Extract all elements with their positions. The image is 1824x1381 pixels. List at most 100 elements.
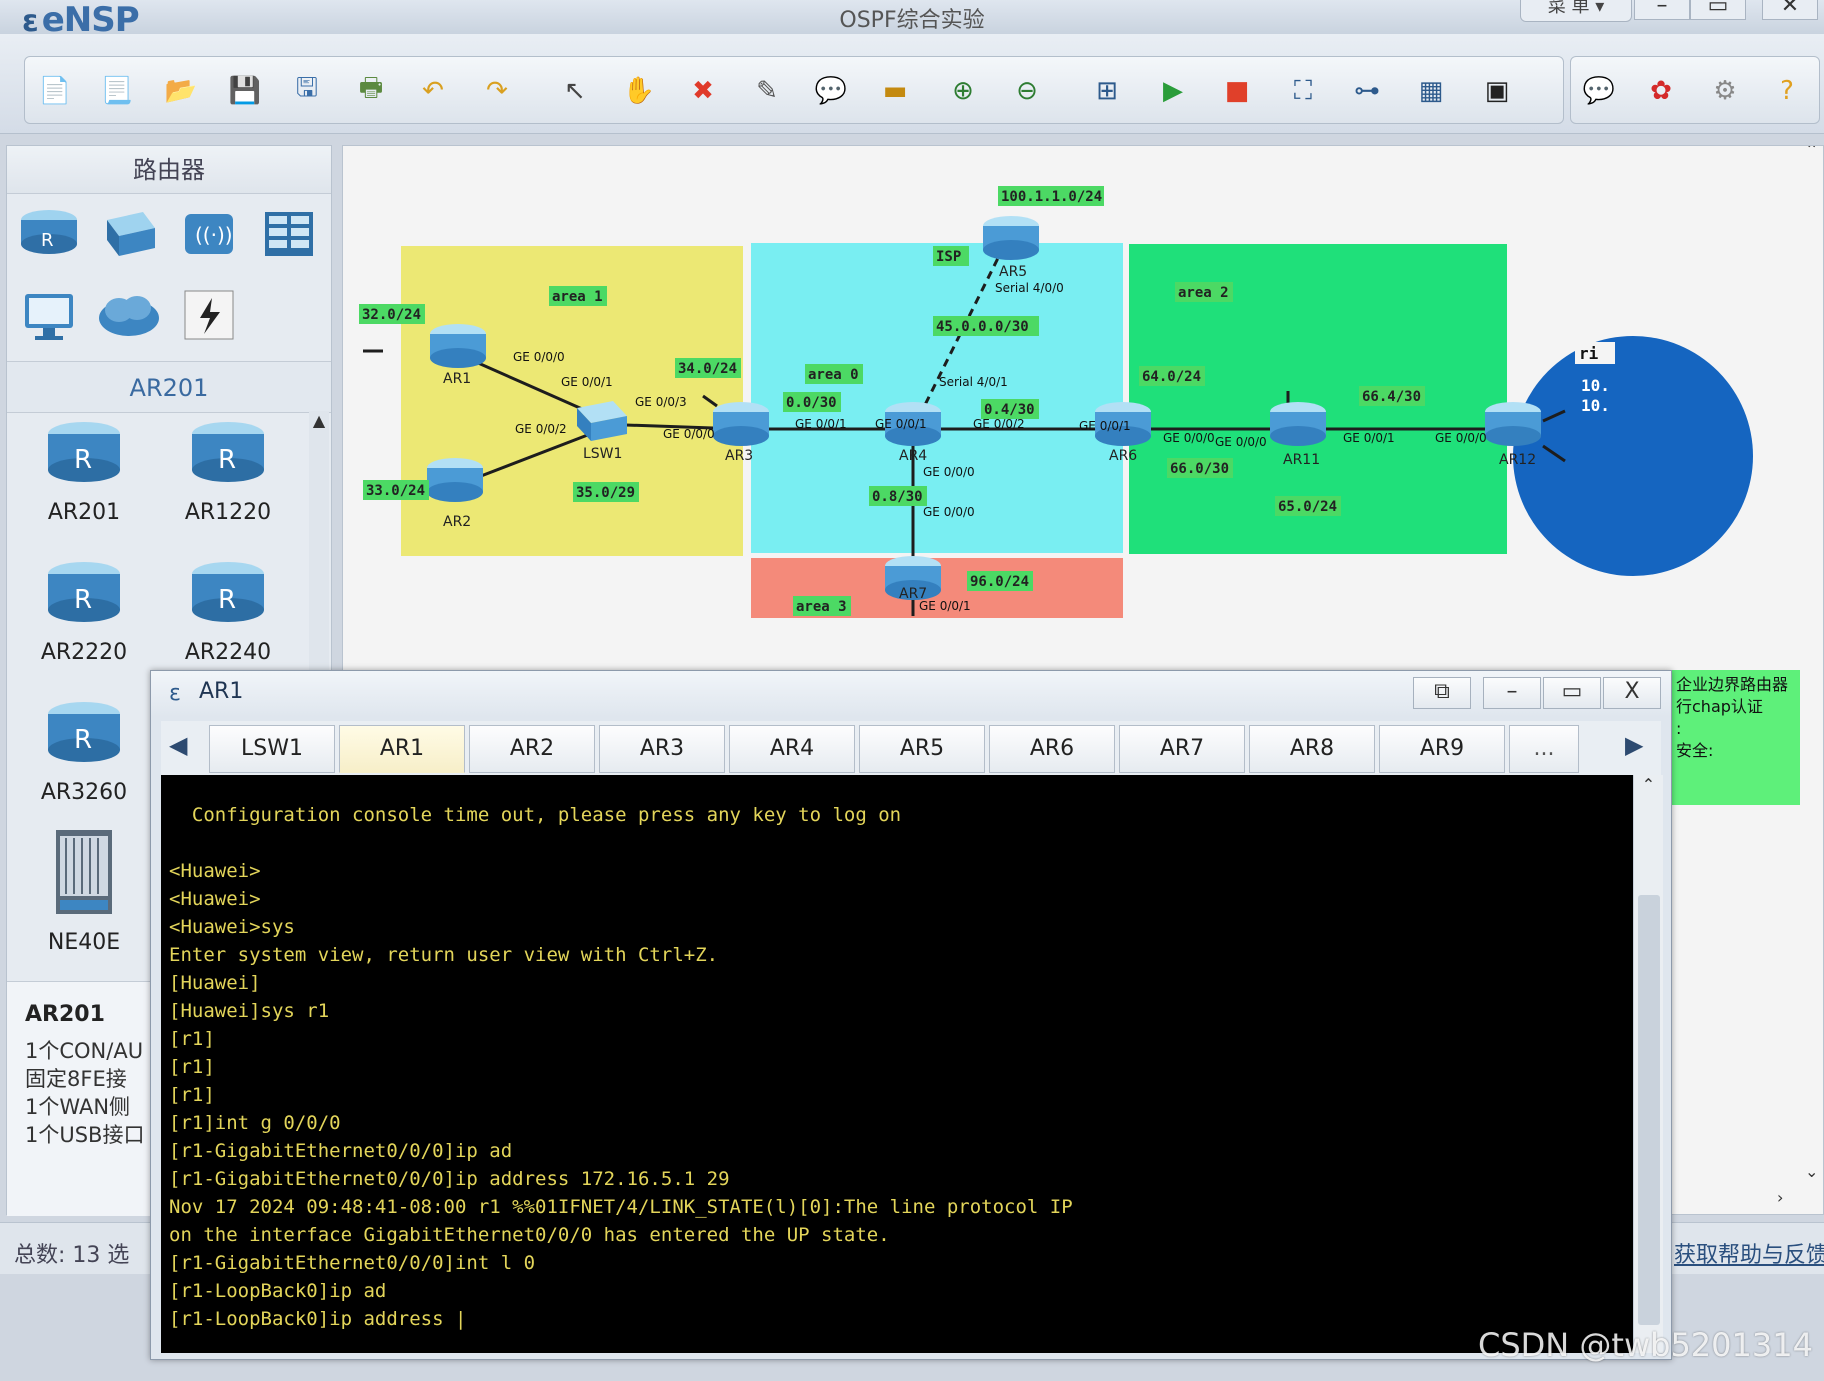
tab-lsw1[interactable]: LSW1 [209, 725, 335, 773]
device-ar1220[interactable]: R AR1220 [173, 418, 283, 525]
pan-icon[interactable]: ✋ [619, 71, 659, 111]
title-bar: ε eNSP OSPF综合实验 菜 单 ▾ – ▭ ✕ [0, 0, 1824, 40]
pc-category-icon[interactable] [17, 286, 81, 344]
scroll-up-icon[interactable]: ⌃ [1634, 775, 1663, 794]
print-icon[interactable]: 🖶 [351, 71, 391, 111]
console-close-button[interactable]: X [1603, 677, 1661, 709]
device-ar2220[interactable]: R AR2220 [29, 558, 139, 665]
console-maximize-button[interactable]: ▭ [1543, 677, 1601, 709]
port-label: GE 0/0/0 [1163, 431, 1215, 445]
delete-link-icon[interactable]: ✎ [747, 71, 787, 111]
label-area1: area 1 [552, 289, 603, 305]
settings-icon[interactable]: ⚙ [1705, 71, 1745, 111]
close-button[interactable]: ✕ [1762, 0, 1818, 20]
open-icon[interactable]: 📂 [161, 71, 201, 111]
node-label-ar1: AR1 [443, 371, 471, 387]
switch-category-icon[interactable] [97, 204, 161, 262]
label-33: 33.0/24 [366, 483, 425, 499]
tab-prev-icon[interactable]: ◀ [169, 731, 187, 759]
device-ne40e[interactable]: NE40E [29, 826, 139, 955]
terminal-scrollbar[interactable]: ⌃ [1633, 775, 1663, 1353]
link-category-icon[interactable] [177, 286, 241, 344]
zoom-in-icon[interactable]: ⊕ [943, 71, 983, 111]
svg-text:R: R [74, 585, 92, 615]
device-label: AR2220 [40, 640, 128, 665]
label-64: 64.0/24 [1142, 369, 1201, 385]
rectangle-icon[interactable]: ▬ [875, 71, 915, 111]
help-icon[interactable]: ? [1767, 71, 1807, 111]
restore-icon[interactable]: ⧉ [1413, 677, 1471, 709]
node-label-ar11: AR11 [1283, 452, 1320, 468]
label-isp: ISP [936, 249, 961, 265]
help-feedback-link[interactable]: 获取帮助与反馈 [1674, 1237, 1824, 1269]
menu-button[interactable]: 菜 单 ▾ [1520, 0, 1632, 22]
console-title-bar[interactable]: ε AR1 ⧉ – ▭ X [151, 671, 1671, 717]
node-label-ar4: AR4 [899, 448, 927, 464]
cli-icon[interactable]: ▣ [1477, 71, 1517, 111]
tab-ar5[interactable]: AR5 [859, 725, 985, 773]
select-icon[interactable]: ↖ [555, 71, 595, 111]
save-as-icon[interactable]: 🖫 [287, 71, 327, 111]
terminal-line: [r1-LoopBack0]ip address | [169, 1308, 467, 1330]
new-topology-icon[interactable]: 📄 [35, 71, 75, 111]
svg-text:R: R [41, 230, 54, 251]
svg-text:R: R [218, 445, 236, 475]
tab-ar7[interactable]: AR7 [1119, 725, 1245, 773]
topology-icon[interactable]: ⊶ [1347, 71, 1387, 111]
wireless-category-icon[interactable]: ((·)) [177, 204, 241, 262]
fit-icon[interactable]: ⊞ [1087, 71, 1127, 111]
tab-ar1[interactable]: AR1 [339, 725, 465, 773]
undo-icon[interactable]: ↶ [413, 71, 453, 111]
delete-icon[interactable]: ✖ [683, 71, 723, 111]
canvas-scroll-right-icon[interactable]: › [1777, 1188, 1783, 1207]
grid-icon[interactable]: ▦ [1411, 71, 1451, 111]
canvas-scroll-up-icon[interactable]: ⌃ [1805, 146, 1818, 159]
save-icon[interactable]: 💾 [225, 71, 265, 111]
note-line: 安全: [1676, 741, 1714, 760]
tab-ar2[interactable]: AR2 [469, 725, 595, 773]
canvas-scroll-down-icon[interactable]: ⌄ [1805, 1162, 1818, 1181]
console-minimize-button[interactable]: – [1483, 677, 1541, 709]
terminal-output[interactable]: Configuration console time out, please p… [161, 775, 1633, 1353]
cloud-category-icon[interactable] [97, 286, 161, 344]
tab-next-icon[interactable]: ▶ [1625, 731, 1643, 759]
tab-more[interactable]: ... [1509, 725, 1579, 773]
firewall-category-icon[interactable] [257, 204, 321, 262]
tab-ar9[interactable]: AR9 [1379, 725, 1505, 773]
port-label: Serial 4/0/0 [995, 281, 1064, 295]
watermark: CSDN @twb5201314 [1478, 1326, 1813, 1364]
node-label-lsw1: LSW1 [583, 446, 622, 462]
device-ar201[interactable]: R AR201 [29, 418, 139, 525]
text-icon[interactable]: 💬 [811, 71, 851, 111]
port-label: GE 0/0/0 [1435, 431, 1487, 445]
capture-icon[interactable]: ⛶ [1283, 71, 1323, 111]
maximize-button[interactable]: ▭ [1690, 0, 1746, 20]
note-line: : [1676, 719, 1682, 738]
huawei-logo-icon[interactable]: ✿ [1641, 71, 1681, 111]
minimize-button[interactable]: – [1634, 0, 1690, 20]
toolbar-main-group: 📄 📃 📂 💾 🖫 🖶 ↶ ↷ ↖ ✋ ✖ ✎ 💬 ▬ ⊕ ⊖ ⊞ ▶ ■ ⛶ … [24, 56, 1564, 124]
scrollbar-thumb[interactable] [1638, 895, 1660, 1325]
stop-all-icon[interactable]: ■ [1217, 71, 1257, 111]
toolbar: 📄 📃 📂 💾 🖫 🖶 ↶ ↷ ↖ ✋ ✖ ✎ 💬 ▬ ⊕ ⊖ ⊞ ▶ ■ ⛶ … [0, 34, 1824, 134]
redo-icon[interactable]: ↷ [477, 71, 517, 111]
device-ar3260[interactable]: R AR3260 [29, 698, 139, 805]
port-label: GE 0/0/0 [1215, 435, 1267, 449]
console-window[interactable]: ε AR1 ⧉ – ▭ X ◀ LSW1 AR1 AR2 AR3 AR4 AR5… [150, 670, 1672, 1360]
terminal-line: [r1] [169, 1056, 215, 1078]
port-label: GE 0/0/3 [635, 395, 687, 409]
external-label: 10. [1581, 376, 1610, 395]
chat-icon[interactable]: 💬 [1579, 71, 1619, 111]
start-all-icon[interactable]: ▶ [1153, 71, 1193, 111]
device-ar2240[interactable]: R AR2240 [173, 558, 283, 665]
tab-ar6[interactable]: AR6 [989, 725, 1115, 773]
router-category-icon[interactable]: R [17, 204, 81, 262]
tab-ar3[interactable]: AR3 [599, 725, 725, 773]
tab-ar8[interactable]: AR8 [1249, 725, 1375, 773]
zoom-out-icon[interactable]: ⊖ [1007, 71, 1047, 111]
label-0-8: 0.8/30 [872, 489, 923, 505]
terminal-line: [r1] [169, 1084, 215, 1106]
tab-ar4[interactable]: AR4 [729, 725, 855, 773]
terminal-line: Nov 17 2024 09:48:41-08:00 r1 %%01IFNET/… [169, 1196, 1073, 1218]
new-lab-icon[interactable]: 📃 [97, 71, 137, 111]
